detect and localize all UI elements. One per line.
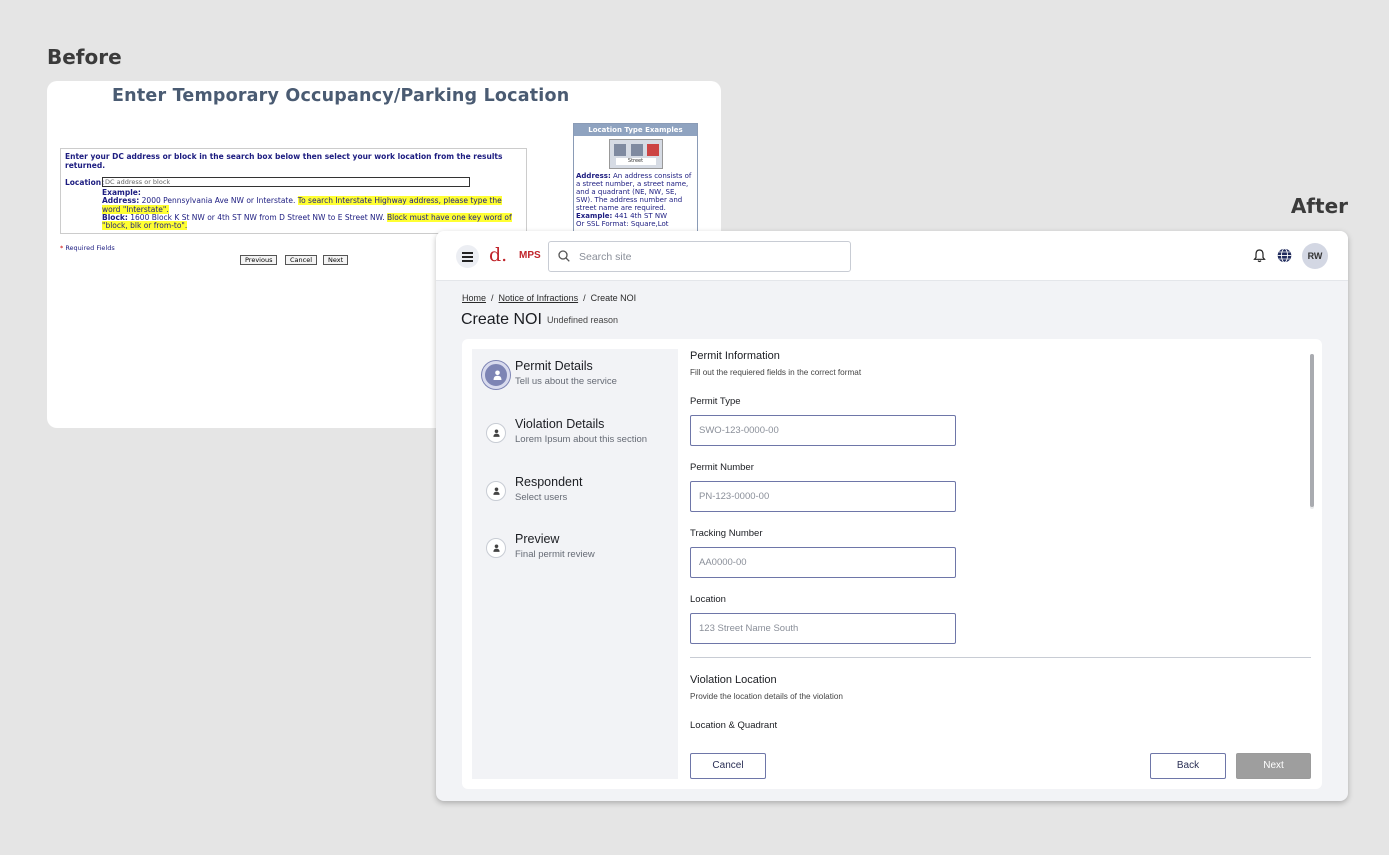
- language-globe-icon[interactable]: [1277, 248, 1292, 263]
- location-input[interactable]: 123 Street Name South: [690, 613, 956, 644]
- scrollbar-thumb[interactable]: [1310, 354, 1314, 507]
- legacy-side-text: Address: An address consists of a street…: [576, 172, 692, 228]
- legacy-next-button[interactable]: Next: [323, 255, 349, 265]
- after-label: After: [1290, 194, 1348, 218]
- permit-type-input[interactable]: SWO-123-0000-00: [690, 415, 956, 446]
- tracking-number-label: Tracking Number: [690, 528, 763, 539]
- permit-info-description: Fill out the requiered fields in the cor…: [690, 368, 862, 377]
- legacy-page-title: Enter Temporary Occupancy/Parking Locati…: [112, 86, 570, 106]
- step-respondent[interactable]: Respondent Select users: [472, 471, 678, 521]
- violation-location-title: Violation Location: [690, 674, 777, 686]
- step-violation-details[interactable]: Violation Details Lorem Ipsum about this…: [472, 413, 678, 463]
- next-button[interactable]: Next: [1236, 753, 1311, 779]
- legacy-location-box: Enter your DC address or block in the se…: [60, 148, 527, 234]
- step-title: Respondent: [515, 475, 583, 489]
- legacy-cancel-button[interactable]: Cancel: [285, 255, 318, 265]
- step-indicator: [486, 481, 506, 501]
- notification-bell-icon[interactable]: [1253, 249, 1266, 263]
- site-search-input[interactable]: Search site: [548, 241, 851, 272]
- step-title: Violation Details: [515, 417, 605, 431]
- page-title: Create NOI: [461, 311, 542, 328]
- legacy-location-label: Location:: [65, 178, 105, 187]
- hamburger-menu-icon[interactable]: [456, 245, 479, 268]
- legacy-side-image-caption: Street: [615, 158, 656, 165]
- step-description: Select users: [515, 492, 568, 503]
- wizard-panel: Permit Details Tell us about the service…: [462, 339, 1322, 789]
- legacy-location-type-panel: Location Type Examples Street Address: A…: [573, 123, 698, 233]
- permit-number-label: Permit Number: [690, 462, 754, 473]
- location-quadrant-label: Location & Quadrant: [690, 720, 778, 731]
- location-label: Location: [690, 594, 726, 605]
- section-divider: [690, 657, 1311, 658]
- permit-number-input[interactable]: PN-123-0000-00: [690, 481, 956, 512]
- step-description: Lorem Ipsum about this section: [515, 434, 648, 445]
- street-illustration-icon: Street: [608, 139, 663, 169]
- breadcrumb: Home / Notice of Infractions / Create NOI: [462, 293, 637, 303]
- legacy-required-note: * Required Fields: [60, 244, 115, 252]
- person-icon: [493, 429, 500, 437]
- search-icon: [558, 250, 570, 262]
- page-subtitle: Undefined reason: [547, 315, 619, 325]
- legacy-previous-button[interactable]: Previous: [240, 255, 278, 265]
- top-navigation-bar: d. MPS Search site RW: [436, 231, 1348, 281]
- permit-type-label: Permit Type: [690, 396, 741, 407]
- violation-location-description: Provide the location details of the viol…: [690, 692, 843, 701]
- legacy-address-label: Address:: [102, 196, 140, 206]
- person-icon: [493, 544, 500, 552]
- legacy-side-header: Location Type Examples: [574, 124, 697, 136]
- user-avatar[interactable]: RW: [1302, 243, 1328, 269]
- person-icon: [493, 487, 500, 495]
- wizard-steps: Permit Details Tell us about the service…: [472, 349, 678, 779]
- brand-name: MPS: [519, 250, 541, 261]
- legacy-examples: Example: Address: 2000 Pennsylvania Ave …: [102, 188, 522, 231]
- breadcrumb-current: Create NOI: [590, 293, 637, 303]
- legacy-instruction: Enter your DC address or block in the se…: [65, 152, 503, 170]
- person-icon: [493, 370, 502, 380]
- step-indicator: [486, 538, 506, 558]
- step-preview[interactable]: Preview Final permit review: [472, 528, 678, 578]
- brand-logo[interactable]: d.: [489, 244, 507, 266]
- step-description: Tell us about the service: [515, 376, 617, 387]
- step-indicator-active: [482, 361, 510, 389]
- after-screenshot: d. MPS Search site RW Home / Notice of Inf…: [436, 231, 1348, 801]
- step-description: Final permit review: [515, 549, 595, 560]
- step-permit-details[interactable]: Permit Details Tell us about the service: [472, 355, 678, 405]
- step-indicator: [486, 423, 506, 443]
- back-button[interactable]: Back: [1150, 753, 1226, 779]
- step-title: Preview: [515, 532, 560, 546]
- step-title: Permit Details: [515, 359, 593, 373]
- breadcrumb-notices-link[interactable]: Notice of Infractions: [499, 293, 579, 303]
- cancel-button[interactable]: Cancel: [690, 753, 766, 779]
- legacy-address-example: 2000 Pennsylvania Ave NW or Interstate.: [141, 196, 296, 206]
- permit-info-title: Permit Information: [690, 350, 780, 362]
- before-label: Before: [47, 45, 122, 69]
- breadcrumb-home-link[interactable]: Home: [462, 293, 486, 303]
- permit-form: Permit Information Fill out the requiere…: [690, 347, 1315, 787]
- search-placeholder: Search site: [579, 251, 632, 263]
- tracking-number-input[interactable]: AA0000-00: [690, 547, 956, 578]
- legacy-location-input[interactable]: DC address or block: [102, 177, 470, 187]
